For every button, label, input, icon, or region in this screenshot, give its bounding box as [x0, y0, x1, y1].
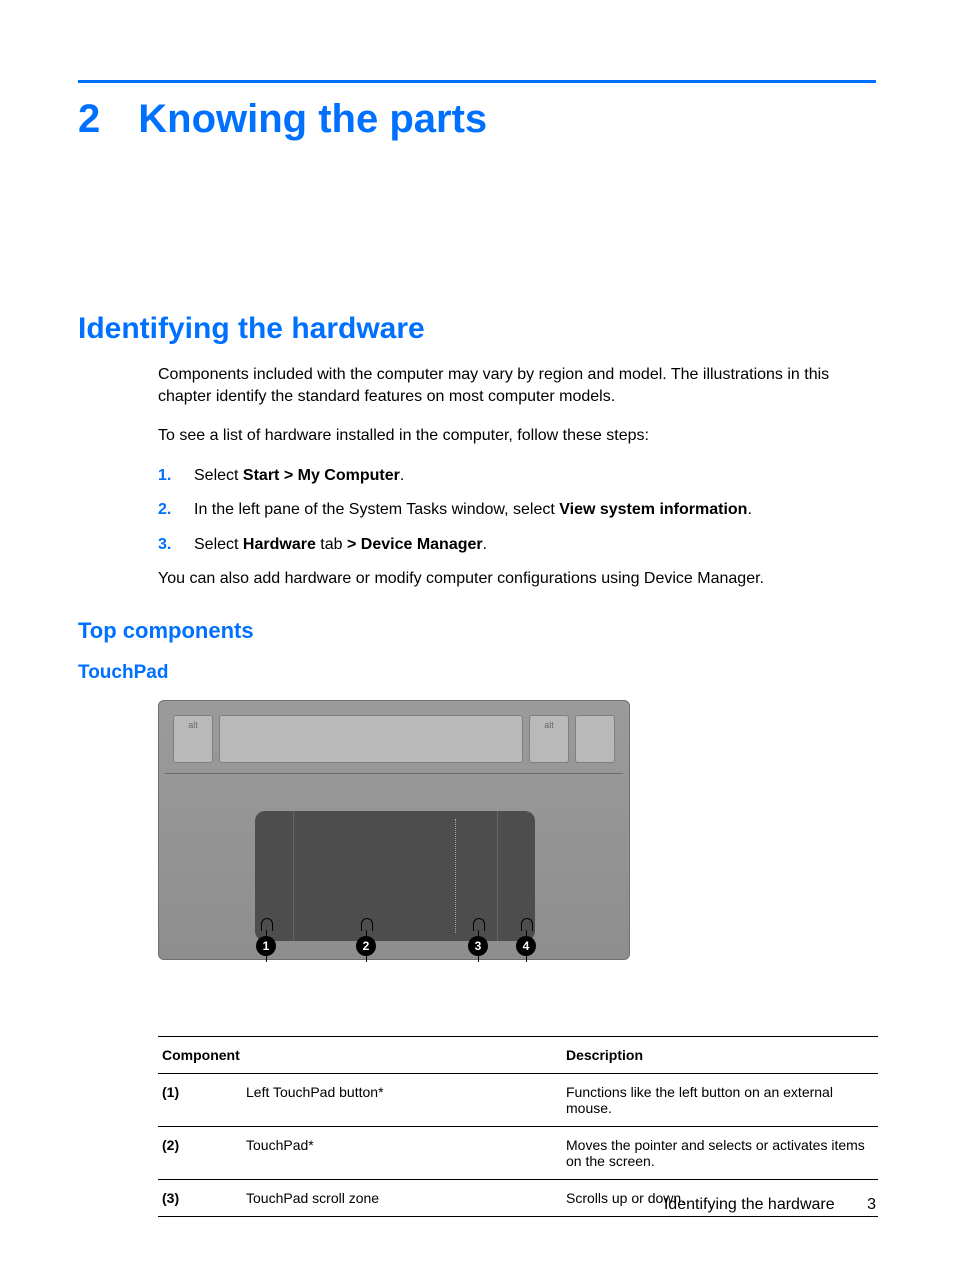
footer-page-number: 3	[867, 1196, 876, 1213]
table-row: (2) TouchPad* Moves the pointer and sele…	[158, 1126, 878, 1179]
row-id: (3)	[158, 1179, 242, 1216]
note-paragraph: You can also add hardware or modify comp…	[158, 568, 876, 590]
footer-section: Identifying the hardware	[664, 1196, 835, 1213]
step-3-pre: Select	[194, 536, 243, 553]
step-1-post: .	[400, 467, 404, 484]
row-name: TouchPad scroll zone	[242, 1179, 562, 1216]
step-3-bold1: Hardware	[243, 536, 316, 553]
callout-1: 1	[256, 936, 276, 956]
components-table: Component Description (1) Left TouchPad …	[158, 1036, 878, 1217]
page-content: 2 Knowing the parts Identifying the hard…	[0, 0, 954, 1217]
intro-paragraph: Components included with the computer ma…	[158, 364, 876, 407]
spacebar-key	[219, 715, 523, 763]
step-1: Select Start > My Computer.	[158, 465, 876, 487]
step-2-pre: In the left pane of the System Tasks win…	[194, 501, 559, 518]
row-id: (1)	[158, 1073, 242, 1126]
step-2: In the left pane of the System Tasks win…	[158, 499, 876, 521]
callout-4: 4	[516, 936, 536, 956]
deck-line	[165, 773, 623, 774]
chapter-title: Knowing the parts	[138, 97, 487, 142]
row-id: (2)	[158, 1126, 242, 1179]
key-alt-left: alt	[173, 715, 213, 763]
step-2-bold: View system information	[559, 501, 747, 518]
laptop-illustration: alt alt	[158, 700, 630, 960]
step-1-bold: Start > My Computer	[243, 467, 400, 484]
key-row: alt alt	[173, 715, 615, 763]
subsection-heading: Top components	[78, 618, 876, 644]
top-rule	[78, 80, 876, 83]
step-3-mid: tab	[316, 536, 347, 553]
row-name: Left TouchPad button*	[242, 1073, 562, 1126]
tp-divider-right	[497, 811, 498, 941]
section-heading: Identifying the hardware	[78, 312, 876, 346]
header-component: Component	[158, 1036, 562, 1073]
callout-row: 1 2 3 4	[158, 956, 630, 1012]
row-desc: Moves the pointer and selects or activat…	[562, 1126, 878, 1179]
key-alt-right: alt	[529, 715, 569, 763]
step-3-bold2: > Device Manager	[347, 536, 483, 553]
steps-list: Select Start > My Computer. In the left …	[158, 465, 876, 556]
row-name: TouchPad*	[242, 1126, 562, 1179]
chapter-heading: 2 Knowing the parts	[78, 97, 876, 142]
table-header-row: Component Description	[158, 1036, 878, 1073]
touchpad-figure: alt alt 1 2 3 4	[158, 700, 630, 1012]
step-2-post: .	[747, 501, 751, 518]
page-footer: Identifying the hardware 3	[664, 1196, 876, 1214]
row-desc: Functions like the left button on an ext…	[562, 1073, 878, 1126]
callout-3: 3	[468, 936, 488, 956]
chapter-number: 2	[78, 97, 100, 142]
key-right	[575, 715, 615, 763]
touchpad-area	[255, 811, 535, 941]
tp-divider-scroll	[455, 819, 456, 933]
lead-paragraph: To see a list of hardware installed in t…	[158, 425, 876, 447]
step-3: Select Hardware tab > Device Manager.	[158, 534, 876, 556]
callout-2: 2	[356, 936, 376, 956]
step-1-pre: Select	[194, 467, 243, 484]
header-description: Description	[562, 1036, 878, 1073]
table-row: (1) Left TouchPad button* Functions like…	[158, 1073, 878, 1126]
step-3-post: .	[483, 536, 487, 553]
tp-divider-left	[293, 811, 294, 941]
subsubsection-heading: TouchPad	[78, 662, 876, 684]
